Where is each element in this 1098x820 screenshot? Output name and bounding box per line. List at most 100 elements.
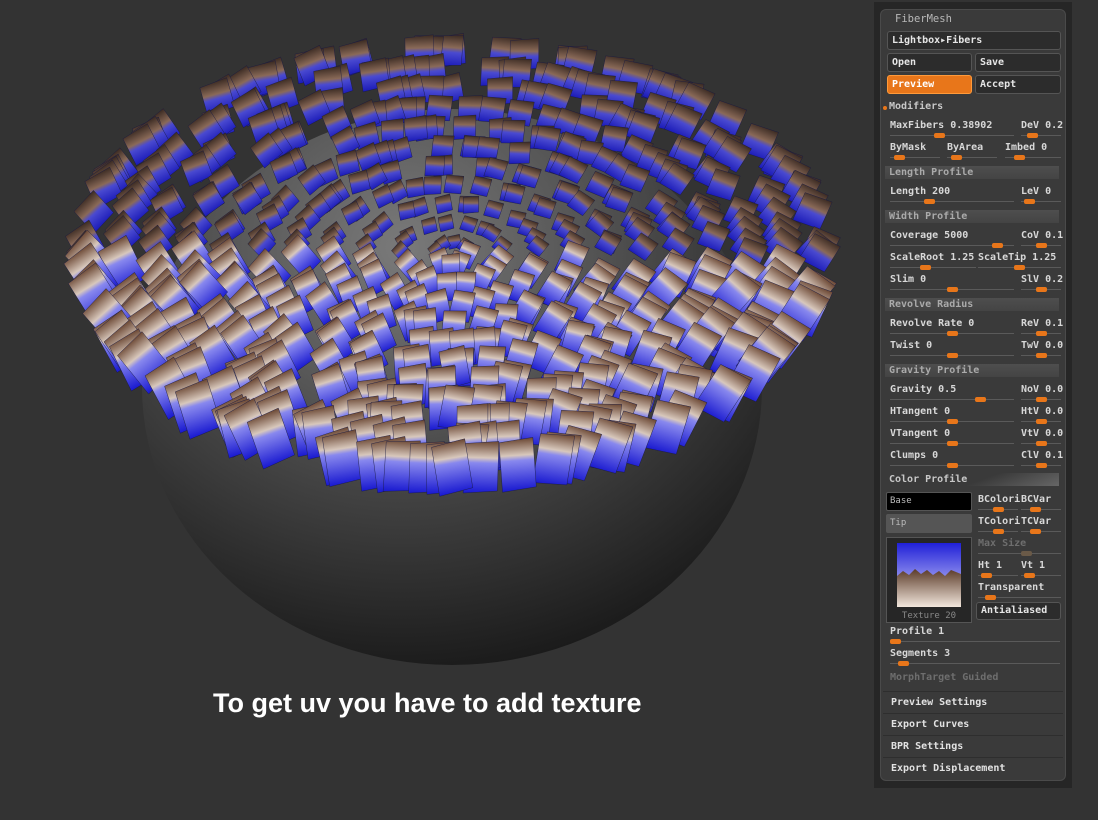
vtv-slider-label: VtV 0.0 bbox=[1021, 428, 1064, 439]
open-button[interactable]: Open bbox=[887, 53, 972, 72]
tcolori-slider-handle[interactable] bbox=[992, 529, 1004, 534]
slim-slider-handle[interactable] bbox=[946, 287, 958, 292]
scaletip-slider-handle[interactable] bbox=[1014, 265, 1025, 270]
fiber-card bbox=[424, 155, 446, 177]
fiber-card bbox=[423, 175, 442, 195]
imbed-slider-handle[interactable] bbox=[1014, 155, 1025, 160]
lev-slider-label: LeV 0 bbox=[1021, 186, 1052, 197]
fiber-card bbox=[498, 437, 537, 493]
bymask-slider-handle[interactable] bbox=[893, 155, 905, 160]
clumps-slider-label: Clumps 0 bbox=[890, 450, 939, 461]
profile-slider-handle[interactable] bbox=[890, 639, 901, 644]
scaleroot-slider-label: ScaleRoot 1.25 bbox=[890, 252, 975, 263]
texture-label: Texture 20 bbox=[901, 611, 957, 621]
tcolori-slider-label: TColori bbox=[978, 516, 1021, 527]
clumps-slider-handle[interactable] bbox=[946, 463, 958, 468]
cov-slider-handle[interactable] bbox=[1035, 243, 1047, 248]
width-profile-header[interactable]: Width Profile bbox=[885, 210, 1059, 223]
scaleroot-slider[interactable] bbox=[890, 267, 976, 268]
coverage-slider-handle[interactable] bbox=[991, 243, 1003, 248]
slv-slider-label: SlV 0.2 bbox=[1021, 274, 1064, 285]
vtv-slider-handle[interactable] bbox=[1035, 441, 1047, 446]
tcvar-slider-handle[interactable] bbox=[1029, 529, 1041, 534]
lightbox-fibers-button[interactable]: Lightbox▸Fibers bbox=[887, 31, 1061, 50]
vt-slider-label: Vt 1 bbox=[1021, 560, 1046, 571]
byarea-slider-handle[interactable] bbox=[950, 155, 962, 160]
vt-slider-handle[interactable] bbox=[1023, 573, 1035, 578]
viewport-canvas[interactable]: To get uv you have to add texture bbox=[0, 0, 870, 820]
cov-slider-label: CoV 0.1 bbox=[1021, 230, 1064, 241]
tcvar-slider[interactable] bbox=[1021, 531, 1061, 532]
slim-slider-label: Slim 0 bbox=[890, 274, 927, 285]
scaleroot-slider-handle[interactable] bbox=[920, 265, 931, 270]
max-size-slider-handle[interactable] bbox=[1021, 551, 1033, 556]
profile-slider[interactable] bbox=[890, 641, 1060, 642]
menu-preview-settings[interactable]: Preview Settings bbox=[883, 691, 1063, 712]
scaletip-slider-label: ScaleTip 1.25 bbox=[978, 252, 1057, 263]
color-profile-header[interactable]: Color Profile bbox=[885, 473, 1059, 486]
twist-slider-handle[interactable] bbox=[946, 353, 958, 358]
preview-button[interactable]: Preview bbox=[887, 75, 972, 94]
bcolori-slider-label: BColori bbox=[978, 494, 1021, 505]
twv-slider-label: TwV 0.0 bbox=[1021, 340, 1064, 351]
segments-slider-handle[interactable] bbox=[897, 661, 909, 666]
slv-slider-handle[interactable] bbox=[1035, 287, 1047, 292]
imbed-slider-label: Imbed 0 bbox=[1005, 142, 1048, 153]
maxfibers-slider[interactable] bbox=[890, 135, 1014, 136]
fiber-card bbox=[508, 141, 531, 165]
lev-slider-handle[interactable] bbox=[1023, 199, 1035, 204]
ht-slider-handle[interactable] bbox=[980, 573, 992, 578]
length-profile-header[interactable]: Length Profile bbox=[885, 166, 1059, 179]
texture-thumbnail-icon bbox=[897, 543, 961, 607]
gravity-slider-handle[interactable] bbox=[974, 397, 986, 402]
htv-slider-handle[interactable] bbox=[1035, 419, 1047, 424]
profile-slider-label: Profile 1 bbox=[890, 626, 945, 637]
dev-slider-handle[interactable] bbox=[1026, 133, 1038, 138]
menu-export-curves[interactable]: Export Curves bbox=[883, 713, 1063, 734]
clv-slider-handle[interactable] bbox=[1035, 463, 1047, 468]
bcvar-slider-handle[interactable] bbox=[1029, 507, 1041, 512]
segments-slider[interactable] bbox=[890, 663, 1060, 664]
ht-slider-label: Ht 1 bbox=[978, 560, 1003, 571]
vtangent-slider-handle[interactable] bbox=[946, 441, 958, 446]
accept-button[interactable]: Accept bbox=[975, 75, 1061, 94]
twist-slider-label: Twist 0 bbox=[890, 340, 933, 351]
gravity-slider-label: Gravity 0.5 bbox=[890, 384, 957, 395]
texture-slot[interactable]: Texture 20 bbox=[886, 537, 972, 623]
rev-slider-label: ReV 0.1 bbox=[1021, 318, 1064, 329]
maxfibers-slider-handle[interactable] bbox=[934, 133, 946, 138]
bcolori-slider-handle[interactable] bbox=[992, 507, 1004, 512]
menu-bpr-settings[interactable]: BPR Settings bbox=[883, 735, 1063, 756]
morphtarget-guided-label: MorphTarget Guided bbox=[890, 672, 999, 683]
max-size-slider[interactable] bbox=[978, 553, 1061, 554]
menu-export-displacement[interactable]: Export Displacement bbox=[883, 757, 1063, 778]
fiber-card bbox=[475, 136, 501, 160]
modifiers-header[interactable]: Modifiers bbox=[885, 100, 1059, 113]
gravity-profile-header[interactable]: Gravity Profile bbox=[885, 364, 1059, 377]
nov-slider-handle[interactable] bbox=[1035, 397, 1047, 402]
segments-slider-label: Segments 3 bbox=[890, 648, 951, 659]
bymask-slider-label: ByMask bbox=[890, 142, 927, 153]
rev-slider-handle[interactable] bbox=[1035, 331, 1047, 336]
fiber-card bbox=[443, 174, 465, 195]
fibermesh-panel: FiberMesh Lightbox▸Fibers Open Save Prev… bbox=[880, 9, 1066, 781]
antialiased-toggle[interactable]: Antialiased bbox=[976, 602, 1061, 620]
fiber-card bbox=[405, 176, 425, 199]
gravity-slider[interactable] bbox=[890, 399, 1014, 400]
revolve-rate-slider-handle[interactable] bbox=[946, 331, 958, 336]
panel-title: FiberMesh bbox=[895, 13, 952, 25]
twv-slider-handle[interactable] bbox=[1035, 353, 1047, 358]
htv-slider-label: HtV 0.0 bbox=[1021, 406, 1064, 417]
save-button[interactable]: Save bbox=[975, 53, 1061, 72]
fiber-card bbox=[462, 195, 479, 214]
length-slider-handle[interactable] bbox=[923, 199, 935, 204]
htangent-slider-handle[interactable] bbox=[946, 419, 958, 424]
base-color-swatch[interactable]: Base bbox=[886, 492, 972, 511]
transparent-slider-handle[interactable] bbox=[985, 595, 997, 600]
bcvar-slider[interactable] bbox=[1021, 509, 1061, 510]
dev-slider-label: DeV 0.2 bbox=[1021, 120, 1064, 131]
length-slider[interactable] bbox=[890, 201, 1014, 202]
htangent-slider-label: HTangent 0 bbox=[890, 406, 951, 417]
revolve-radius-header[interactable]: Revolve Radius bbox=[885, 298, 1059, 311]
tip-color-swatch[interactable]: Tip bbox=[886, 514, 972, 533]
